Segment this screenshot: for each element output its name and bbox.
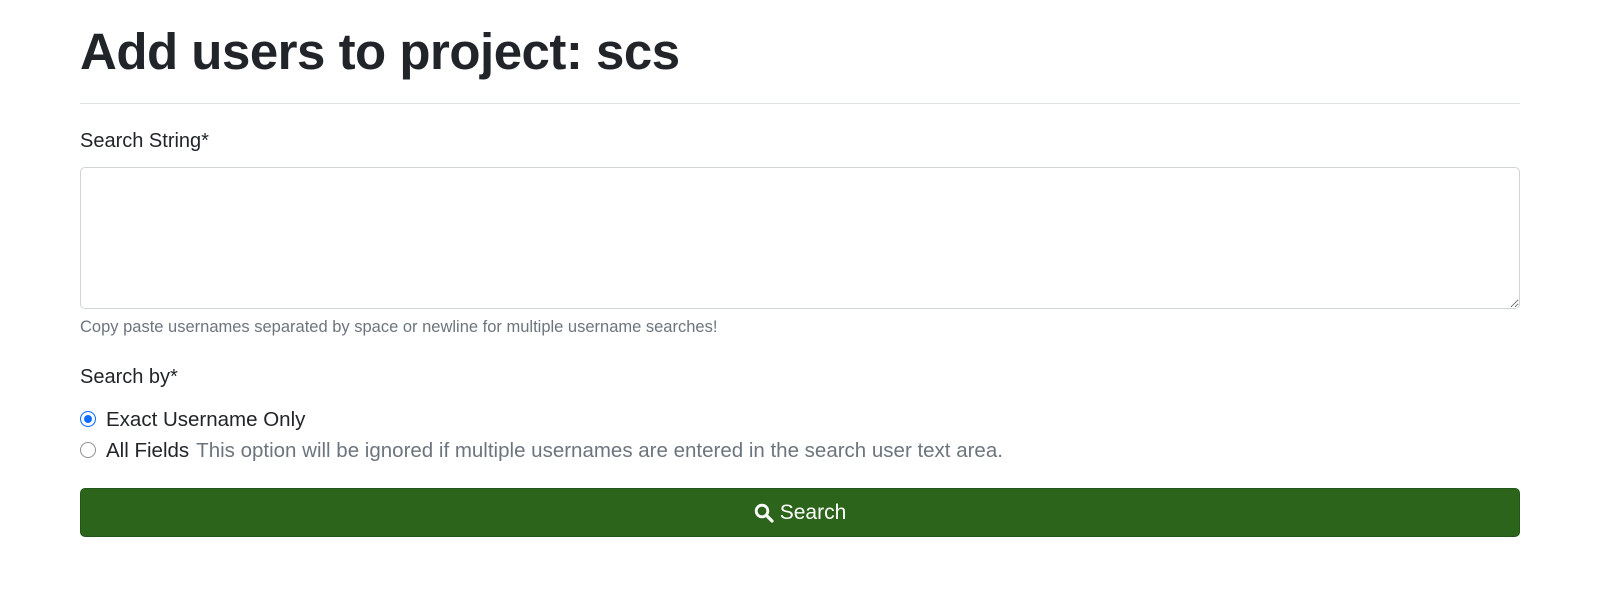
- search-by-label: Search by*: [80, 366, 178, 388]
- all-fields-note: This option will be ignored if multiple …: [196, 439, 1003, 462]
- page: Add users to project: scs Search String*…: [0, 0, 1612, 610]
- exact-username-radio-label[interactable]: Exact Username Only: [106, 408, 305, 432]
- search-string-textarea[interactable]: [80, 167, 1520, 309]
- all-fields-radio-label[interactable]: All Fields: [106, 439, 189, 463]
- search-icon: [754, 503, 774, 523]
- search-string-help-text: Copy paste usernames separated by space …: [80, 318, 718, 336]
- page-title: Add users to project: scs: [80, 23, 680, 80]
- search-button[interactable]: Search: [80, 488, 1520, 537]
- search-string-label: Search String*: [80, 130, 209, 152]
- exact-username-radio[interactable]: [80, 410, 96, 427]
- search-button-label: Search: [779, 500, 847, 524]
- radio-option-exact-username[interactable]: Exact Username Only: [80, 405, 1520, 435]
- title-divider: [80, 103, 1520, 104]
- form-container: Add users to project: scs Search String*…: [80, 0, 1520, 537]
- radio-option-all-fields[interactable]: All Fields This option will be ignored i…: [80, 436, 1520, 466]
- all-fields-radio[interactable]: [80, 441, 96, 458]
